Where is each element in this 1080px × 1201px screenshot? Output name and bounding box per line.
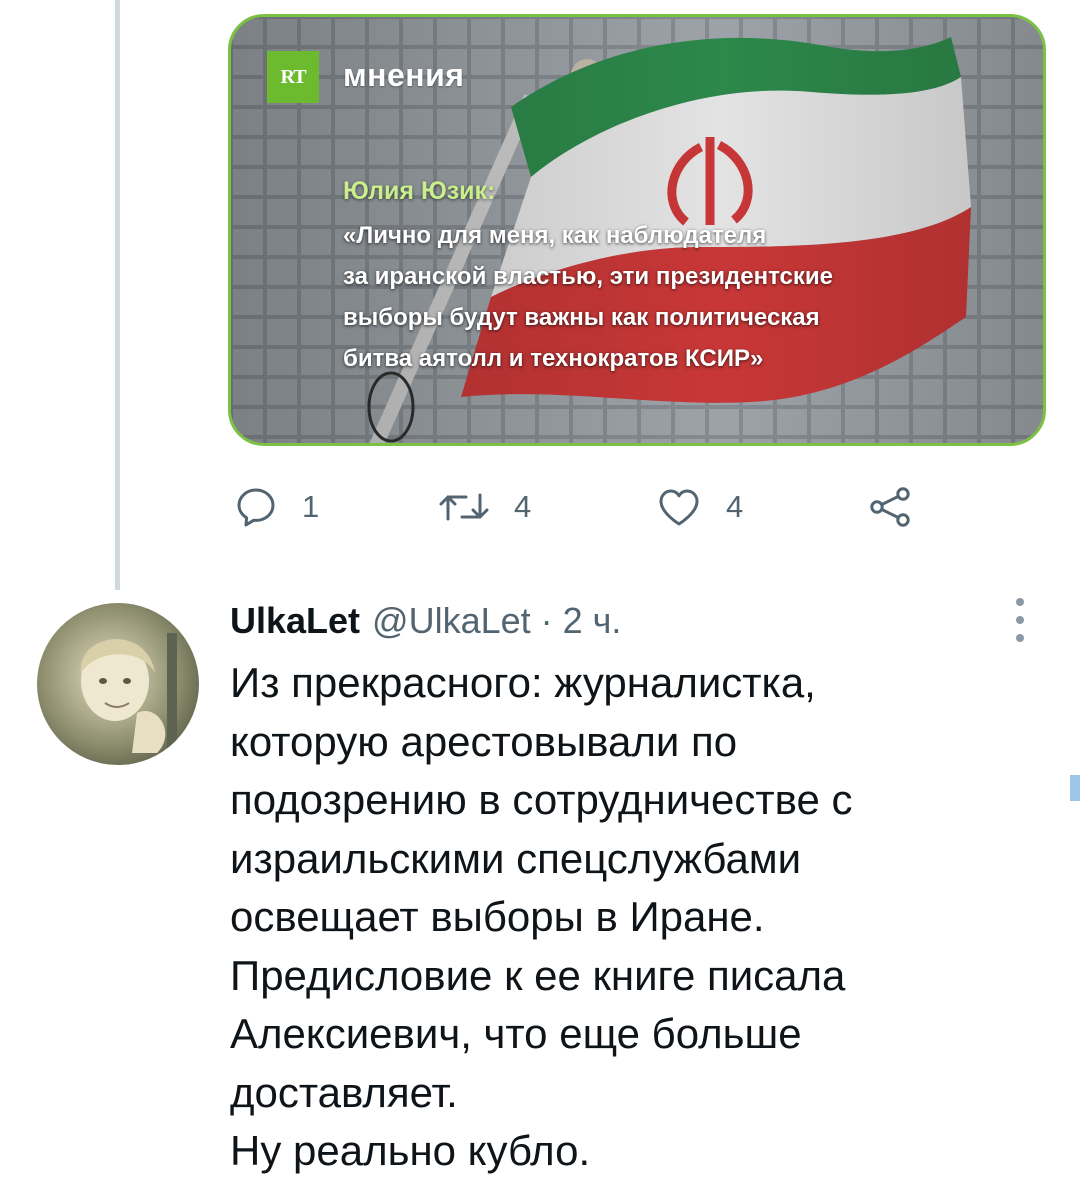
avatar[interactable] [37, 603, 199, 765]
tweet-line: израильскими спецслужбами [230, 834, 802, 882]
reply-button[interactable]: 1 [232, 482, 319, 532]
like-button[interactable]: 4 [654, 482, 743, 532]
like-icon [659, 489, 699, 526]
tweet-line: Ну реально кубло. [230, 1127, 591, 1174]
tweet-text: Из прекрасного: журналистка, которую аре… [230, 654, 1030, 1181]
retweet-icon [439, 493, 489, 521]
retweet-count: 4 [514, 489, 532, 524]
tweet-line: освещает выборы в Иране. [230, 893, 765, 940]
more-options-icon [1016, 598, 1024, 642]
avatar-photo [37, 603, 199, 765]
share-button[interactable] [866, 482, 914, 532]
reply-count: 1 [302, 489, 320, 524]
quote-text: «Лично для меня, как наблюдателя за иран… [343, 215, 983, 379]
scrollbar[interactable] [1070, 775, 1080, 801]
user-handle[interactable]: @UlkaLet [372, 600, 531, 642]
quote-author: Юлия Юзик: [343, 177, 496, 205]
tweet-line: подозрению в сотрудничестве с [230, 776, 853, 823]
tweet-line: которую арестовывали по [230, 717, 738, 765]
tweet-line: Из прекрасного: журналистка, [230, 659, 816, 706]
quote-line: битва аятолл и технократов КСИР» [343, 345, 764, 372]
reply-icon [237, 488, 275, 527]
tweet-line: Алексиевич, что еще больше [230, 1010, 802, 1057]
tweet-time[interactable]: 2 ч. [563, 600, 622, 642]
display-name[interactable]: UlkaLet [230, 600, 360, 642]
retweet-button[interactable]: 4 [436, 482, 531, 532]
more-options-button[interactable] [1010, 598, 1030, 642]
share-icon [870, 487, 910, 527]
quote-line: «Лично для меня, как наблюдателя [343, 222, 767, 249]
tweet-line: доставляет. [230, 1068, 458, 1116]
quote-line: за иранской властью, эти президентские [343, 263, 834, 290]
quote-line: выборы будут важны как политическая [343, 304, 820, 331]
tweet-line: Предисловие к ее книге писала [230, 951, 846, 999]
rt-logo: RT [267, 51, 319, 103]
like-count: 4 [726, 489, 744, 524]
section-title: мнения [343, 57, 465, 93]
tweet-header: UlkaLet @UlkaLet · 2 ч. [230, 600, 621, 642]
header-separator: · [540, 600, 553, 641]
media-card[interactable]: RT мнения Юлия Юзик: «Лично для меня, ка… [228, 14, 1046, 446]
thread-connector-line [115, 0, 120, 590]
